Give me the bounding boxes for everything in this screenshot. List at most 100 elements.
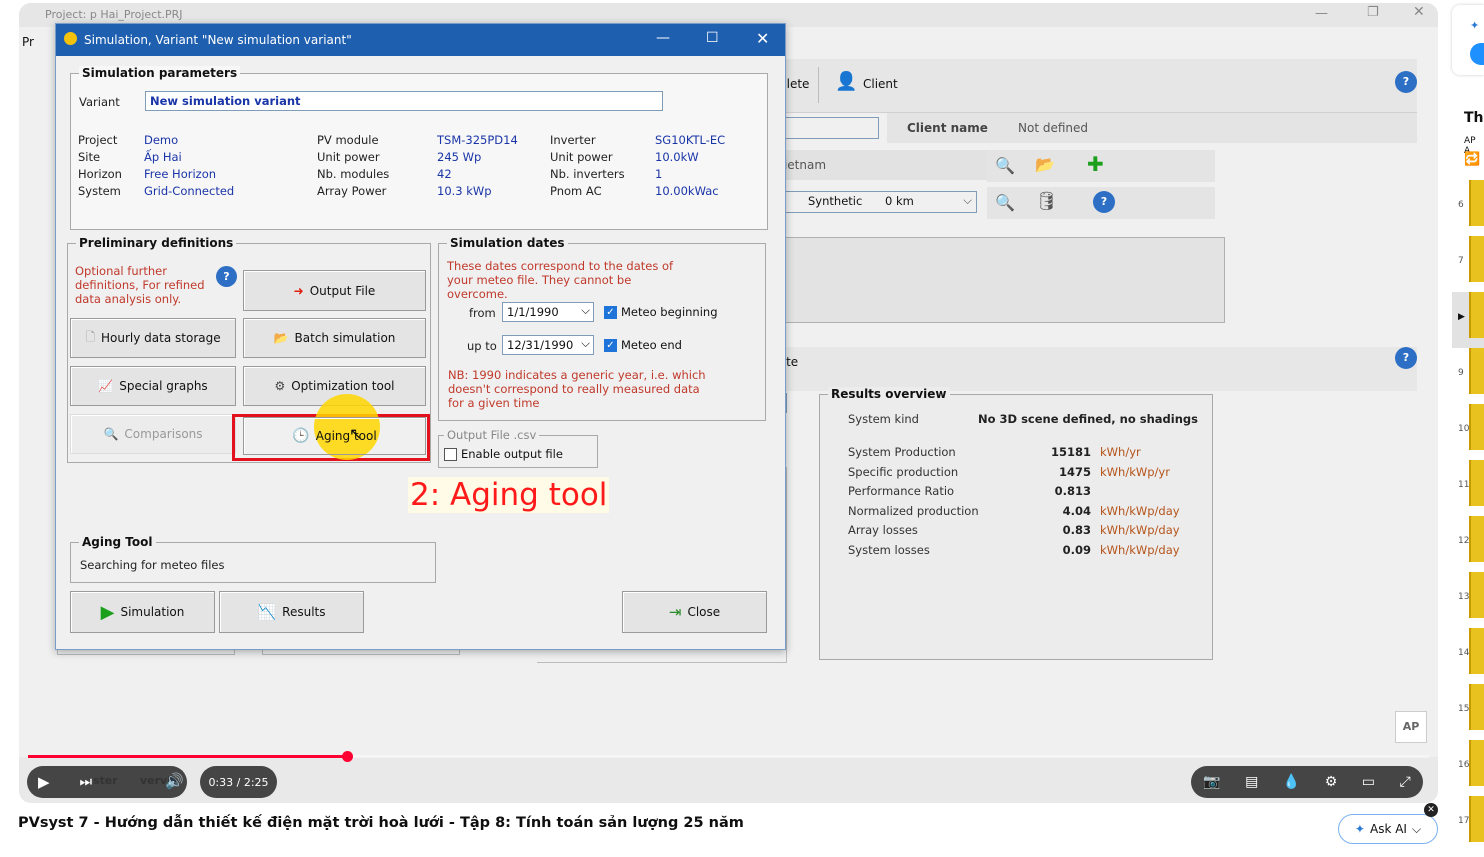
param-label: Inverter xyxy=(550,133,596,147)
search-icon: 🔍 xyxy=(103,427,119,441)
param-label: Pnom AC xyxy=(550,184,602,198)
prelim-help-icon[interactable]: ? xyxy=(216,266,237,287)
camera-icon[interactable]: 📷 xyxy=(1203,774,1220,790)
playlist-thumbnail[interactable] xyxy=(1469,572,1484,618)
drop-icon[interactable]: 💧 xyxy=(1283,774,1300,790)
prelim-label: Preliminary definitions xyxy=(76,236,237,250)
close-icon[interactable]: ✕ xyxy=(756,29,769,48)
bg-left-stub: Pr xyxy=(22,35,34,49)
hourly-storage-button[interactable]: 🗋 Hourly data storage xyxy=(70,318,236,358)
app-icon xyxy=(64,32,77,45)
volume-icon[interactable]: 🔊 xyxy=(165,772,184,790)
bg-help-icon[interactable]: ? xyxy=(1395,71,1417,93)
meteo-end-checkbox[interactable]: ✓ Meteo end xyxy=(604,338,682,352)
meteo-beginning-checkbox[interactable]: ✓ Meteo beginning xyxy=(604,305,718,319)
playlist-thumbnail[interactable] xyxy=(1469,460,1484,506)
simulation-dialog: Simulation, Variant "New simulation vari… xyxy=(55,23,786,650)
graph-icon: 📈 xyxy=(98,379,114,393)
param-label: Unit power xyxy=(550,150,613,164)
playlist-thumbnail[interactable] xyxy=(1469,796,1484,842)
chevron-down-icon: ⌵ xyxy=(581,303,590,317)
magnifier-icon[interactable]: 🔍 xyxy=(995,193,1015,212)
loop-icon[interactable]: 🔁 xyxy=(1464,152,1480,167)
help-icon[interactable]: ? xyxy=(1093,191,1115,213)
result-label: System Production xyxy=(848,445,956,459)
param-value: Ấp Hai xyxy=(144,150,182,164)
skip-next-icon[interactable]: ⏭ xyxy=(80,774,93,790)
playlist-thumbnail[interactable] xyxy=(1469,180,1484,226)
bg-minimize-icon: — xyxy=(1315,6,1328,21)
dismiss-icon[interactable]: ✕ xyxy=(1424,803,1438,817)
document-icon: 🗋 xyxy=(85,329,96,344)
result-label: Performance Ratio xyxy=(848,484,955,499)
result-unit: kWh/kWp/day xyxy=(1100,543,1180,557)
playlist-thumbnail[interactable] xyxy=(1469,236,1484,282)
dialog-title: Simulation, Variant "New simulation vari… xyxy=(84,33,352,47)
param-label: System xyxy=(78,184,121,198)
playlist-thumbnail[interactable] xyxy=(1469,740,1484,786)
upto-label: up to xyxy=(467,339,497,353)
bg-client-button[interactable]: Client xyxy=(863,77,898,91)
chart-icon: 📉 xyxy=(257,603,277,621)
from-date-picker[interactable]: 1/1/1990 ⌵ xyxy=(502,302,594,322)
progress-track[interactable] xyxy=(28,751,1429,762)
fullscreen-icon[interactable]: ⤢ xyxy=(1399,774,1410,790)
bg-restore-icon: ❐ xyxy=(1367,5,1379,20)
result-label: Array losses xyxy=(848,523,918,538)
batch-simulation-button[interactable]: 📂 Batch simulation xyxy=(243,318,426,358)
settings-icon[interactable]: ⚙ xyxy=(1325,774,1338,790)
exit-icon: ⇥ xyxy=(668,603,682,621)
dialog-titlebar: Simulation, Variant "New simulation vari… xyxy=(56,24,785,56)
folder-icon[interactable]: 📂 xyxy=(1035,155,1055,174)
param-value: TSM-325PD14 xyxy=(437,133,518,147)
maximize-icon[interactable]: ☐ xyxy=(706,30,719,46)
comparisons-button[interactable]: 🔍 Comparisons xyxy=(70,414,236,454)
video-player[interactable]: Project: p Hai_Project.PRJ — ❐ ✕ Pr Dele… xyxy=(19,3,1438,803)
playlist-thumbnail[interactable] xyxy=(1469,292,1484,338)
chevron-down-icon: ⌵ xyxy=(581,336,590,350)
simulation-button[interactable]: ▶ Simulation xyxy=(70,591,215,633)
client-name-label: Client name xyxy=(907,121,988,135)
playlist-thumbnail[interactable] xyxy=(1469,516,1484,562)
play-icon[interactable]: ▶ xyxy=(38,773,50,791)
upto-date-picker[interactable]: 12/31/1990 ⌵ xyxy=(502,335,594,355)
sidebar-title: Th xyxy=(1464,110,1484,126)
playlist-index: 15 xyxy=(1458,704,1470,714)
sparkle-icon: ✦ xyxy=(1354,822,1365,836)
magnifier-doc-icon[interactable]: 🔍 xyxy=(995,156,1015,175)
plus-icon[interactable]: ✚ xyxy=(1087,152,1104,176)
result-value: 0.813 xyxy=(1054,484,1091,499)
simulation-dates: Simulation dates These dates correspond … xyxy=(438,236,766,421)
close-button[interactable]: ⇥ Close xyxy=(622,591,767,633)
sparkle-icon: ✦ xyxy=(1470,19,1480,32)
logo-icon: ΑΡ xyxy=(1395,711,1427,743)
bg-meteo-select[interactable]: % Synthetic 0 km ⌵ xyxy=(767,191,977,213)
playlist-sidebar: ✦ Th AP A 🔁 ▶ 6 7 9 10 11 12 13 14 15 16 17 xyxy=(1450,0,1484,857)
theater-icon[interactable]: ▭ xyxy=(1362,774,1375,790)
param-value: Free Horizon xyxy=(144,167,217,181)
enable-output-checkbox[interactable]: Enable output file xyxy=(444,447,563,461)
minimize-icon[interactable]: — xyxy=(656,30,670,46)
special-graphs-button[interactable]: 📈 Special graphs xyxy=(70,366,236,406)
playlist-thumbnail[interactable] xyxy=(1469,348,1484,394)
chevron-down-icon: ⌵ xyxy=(1411,821,1422,836)
database-icon[interactable]: 🛢 xyxy=(1035,191,1058,212)
bg-help2-icon[interactable]: ? xyxy=(1395,347,1417,369)
now-playing-icon: ▶ xyxy=(1458,312,1465,322)
results-button[interactable]: 📉 Results xyxy=(219,591,364,633)
aging-tool-label: Aging Tool xyxy=(79,535,156,549)
prelim-note: Optional further definitions, For refine… xyxy=(75,264,205,306)
client-name-value: Not defined xyxy=(1018,121,1089,135)
playlist-thumbnail[interactable] xyxy=(1469,628,1484,674)
variant-input[interactable]: New simulation variant xyxy=(145,91,663,111)
subtitles-icon[interactable]: ▤ xyxy=(1245,774,1258,790)
ask-ai-button[interactable]: ✦ Ask AI ⌵ xyxy=(1338,814,1438,844)
progress-handle[interactable] xyxy=(342,751,354,762)
playlist-thumbnail[interactable] xyxy=(1469,404,1484,450)
playlist-thumbnail[interactable] xyxy=(1469,684,1484,730)
param-value: 42 xyxy=(437,167,452,181)
aging-tool-button[interactable]: 🕒 Aging tool xyxy=(243,417,426,455)
param-value: SG10KTL-EC xyxy=(655,133,726,147)
video-title: PVsyst 7 - Hướng dẫn thiết kế điện mặt t… xyxy=(18,815,744,831)
output-file-button[interactable]: ➜ Output File xyxy=(243,270,426,311)
